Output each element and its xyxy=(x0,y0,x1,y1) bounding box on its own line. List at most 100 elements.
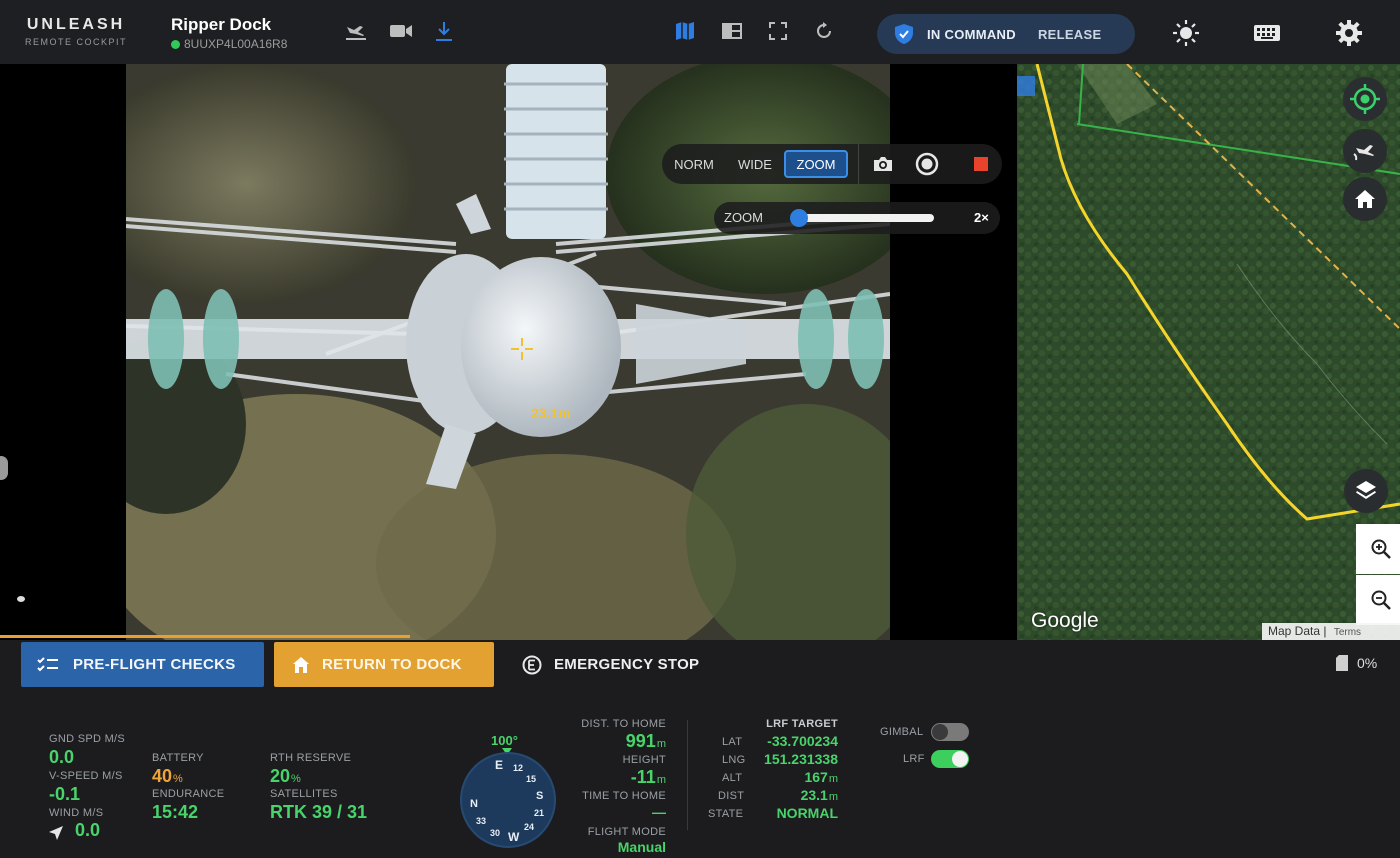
release-button[interactable]: RELEASE xyxy=(1038,27,1102,42)
dist-home-value: 991m xyxy=(560,731,666,752)
top-bar: UNLEASH REMOTE COCKPIT Ripper Dock 8UUXP… xyxy=(0,0,1400,64)
battery-value: 40% xyxy=(152,766,183,787)
gimbal-label: GIMBAL xyxy=(880,726,924,738)
compass-dial: E 12 15 S 21 24 W 30 33 N xyxy=(460,752,556,848)
vspeed-value: -0.1 xyxy=(49,784,81,804)
map-data-link[interactable]: Map Data xyxy=(1268,624,1320,638)
lens-divider xyxy=(858,144,859,184)
lat-value: -33.700234 xyxy=(767,733,838,749)
vspeed-label: V-SPEED M/S xyxy=(49,770,123,782)
locate-drone-icon[interactable] xyxy=(1343,77,1387,121)
keyboard-icon[interactable] xyxy=(1253,20,1281,46)
satellites-label: SATELLITES xyxy=(270,788,338,800)
home-icon[interactable] xyxy=(1343,177,1387,221)
eye-icon[interactable] xyxy=(17,596,25,602)
dist-home-label: DIST. TO HOME xyxy=(581,718,666,730)
lens-zoom-button[interactable]: ZOOM xyxy=(784,150,848,178)
storage-value: 0% xyxy=(1357,655,1378,671)
lens-wide-button[interactable]: WIDE xyxy=(730,150,780,178)
wind-label: WIND M/S xyxy=(49,807,104,819)
zoom-slider-panel: ZOOM 2× xyxy=(714,202,1000,234)
map-terms-link[interactable]: Terms xyxy=(1334,627,1361,638)
shield-icon xyxy=(895,24,913,44)
lens-selector: NORM WIDE ZOOM xyxy=(662,144,1002,184)
settings-icon[interactable] xyxy=(1335,19,1363,47)
video-camera-icon[interactable] xyxy=(388,18,414,44)
map-panel[interactable]: Google Map Data | Terms xyxy=(1017,64,1400,640)
lrf-toggle[interactable] xyxy=(931,750,969,768)
map-zoom-out-icon[interactable] xyxy=(1356,575,1400,625)
camera-capture-icon[interactable] xyxy=(868,150,898,178)
compass-label-e: E xyxy=(495,758,504,772)
rth-reserve-value: 20% xyxy=(270,766,301,787)
compass-label-s: S xyxy=(536,790,544,802)
alt-number: 167 xyxy=(804,769,828,785)
google-logo: Google xyxy=(1031,609,1099,632)
emergency-stop-button[interactable]: EMERGENCY STOP xyxy=(518,642,728,687)
logo-wordmark: UNLEASH xyxy=(26,16,126,33)
brightness-icon[interactable] xyxy=(1172,19,1200,47)
lrf-target-title: LRF TARGET xyxy=(766,718,838,730)
record-icon[interactable] xyxy=(912,150,942,178)
time-home-value: — xyxy=(652,804,666,820)
fullscreen-icon[interactable] xyxy=(765,18,791,44)
logo: UNLEASH REMOTE COCKPIT xyxy=(20,16,132,47)
wind-direction-icon xyxy=(49,826,63,840)
zoom-slider-knob[interactable] xyxy=(790,209,809,227)
telemetry-panel: GND SPD M/S 0.0 V-SPEED M/S -0.1 WIND M/… xyxy=(0,692,1400,858)
dock-name[interactable]: Ripper Dock xyxy=(171,15,271,35)
preflight-checks-label: PRE-FLIGHT CHECKS xyxy=(73,656,236,673)
rth-reserve-unit: % xyxy=(291,773,301,785)
command-control: IN COMMAND RELEASE xyxy=(877,14,1135,54)
zoom-slider-track[interactable] xyxy=(792,214,934,222)
flight-mode-label: FLIGHT MODE xyxy=(587,826,666,838)
time-home-label: TIME TO HOME xyxy=(582,790,666,802)
gimbal-toggle[interactable] xyxy=(931,723,969,741)
preflight-checks-button[interactable]: PRE-FLIGHT CHECKS xyxy=(21,642,264,687)
panel-resize-handle[interactable] xyxy=(0,456,8,480)
lrf-label: LRF xyxy=(903,753,925,765)
dock-serial: 8UUXP4L00A16R8 xyxy=(171,37,287,51)
in-command-status: IN COMMAND xyxy=(927,26,1016,42)
online-status-dot xyxy=(171,40,180,49)
dist-number: 23.1 xyxy=(800,787,828,803)
wind-value: 0.0 xyxy=(75,820,101,840)
download-icon[interactable] xyxy=(431,18,457,44)
remote-cockpit-app: UNLEASH REMOTE COCKPIT Ripper Dock 8UUXP… xyxy=(0,0,1400,858)
follow-drone-icon[interactable] xyxy=(1343,129,1387,173)
logo-subtitle: REMOTE COCKPIT xyxy=(24,37,127,47)
map-layers-icon[interactable] xyxy=(1344,469,1388,513)
checklist-icon xyxy=(37,656,58,671)
dock-serial-text: 8UUXP4L00A16R8 xyxy=(184,37,288,51)
lrf-distance-readout: 23.1m xyxy=(531,405,571,421)
map-attribution: Map Data | Terms xyxy=(1262,623,1400,640)
endurance-value: 15:42 xyxy=(152,802,199,822)
stop-recording-icon[interactable] xyxy=(966,150,996,178)
zoom-slider-value: 2× xyxy=(974,210,989,225)
dist-home-unit: m xyxy=(656,738,666,750)
refresh-icon[interactable] xyxy=(811,18,837,44)
return-to-dock-button[interactable]: RETURN TO DOCK xyxy=(274,642,494,687)
sd-card-icon xyxy=(1336,655,1348,671)
telemetry-divider xyxy=(687,720,688,830)
home-icon xyxy=(293,656,309,673)
map-view-icon[interactable] xyxy=(672,18,698,44)
landing-icon[interactable] xyxy=(343,18,369,44)
state-value: NORMAL xyxy=(776,805,838,821)
emergency-stop-label: EMERGENCY STOP xyxy=(554,656,700,673)
height-unit: m xyxy=(656,774,666,786)
satellites-value: RTK 39 / 31 xyxy=(270,802,368,822)
compass-label-30: 30 xyxy=(490,828,501,838)
video-panel: 23.1m NORM WIDE ZOOM ZOOM 2× xyxy=(0,64,1017,640)
battery-percent: 40 xyxy=(152,766,173,786)
lens-norm-button[interactable]: NORM xyxy=(668,150,720,178)
compass-label-n: N xyxy=(470,798,478,810)
dist-home-number: 991 xyxy=(625,731,656,751)
rth-reserve-percent: 20 xyxy=(270,766,291,786)
gnd-speed-value: 0.0 xyxy=(49,747,75,767)
action-bar: PRE-FLIGHT CHECKS RETURN TO DOCK EMERGEN… xyxy=(0,640,1400,692)
height-label: HEIGHT xyxy=(622,754,666,766)
emergency-stop-icon xyxy=(522,655,542,674)
split-view-icon[interactable] xyxy=(719,18,745,44)
map-zoom-in-icon[interactable] xyxy=(1356,524,1400,574)
